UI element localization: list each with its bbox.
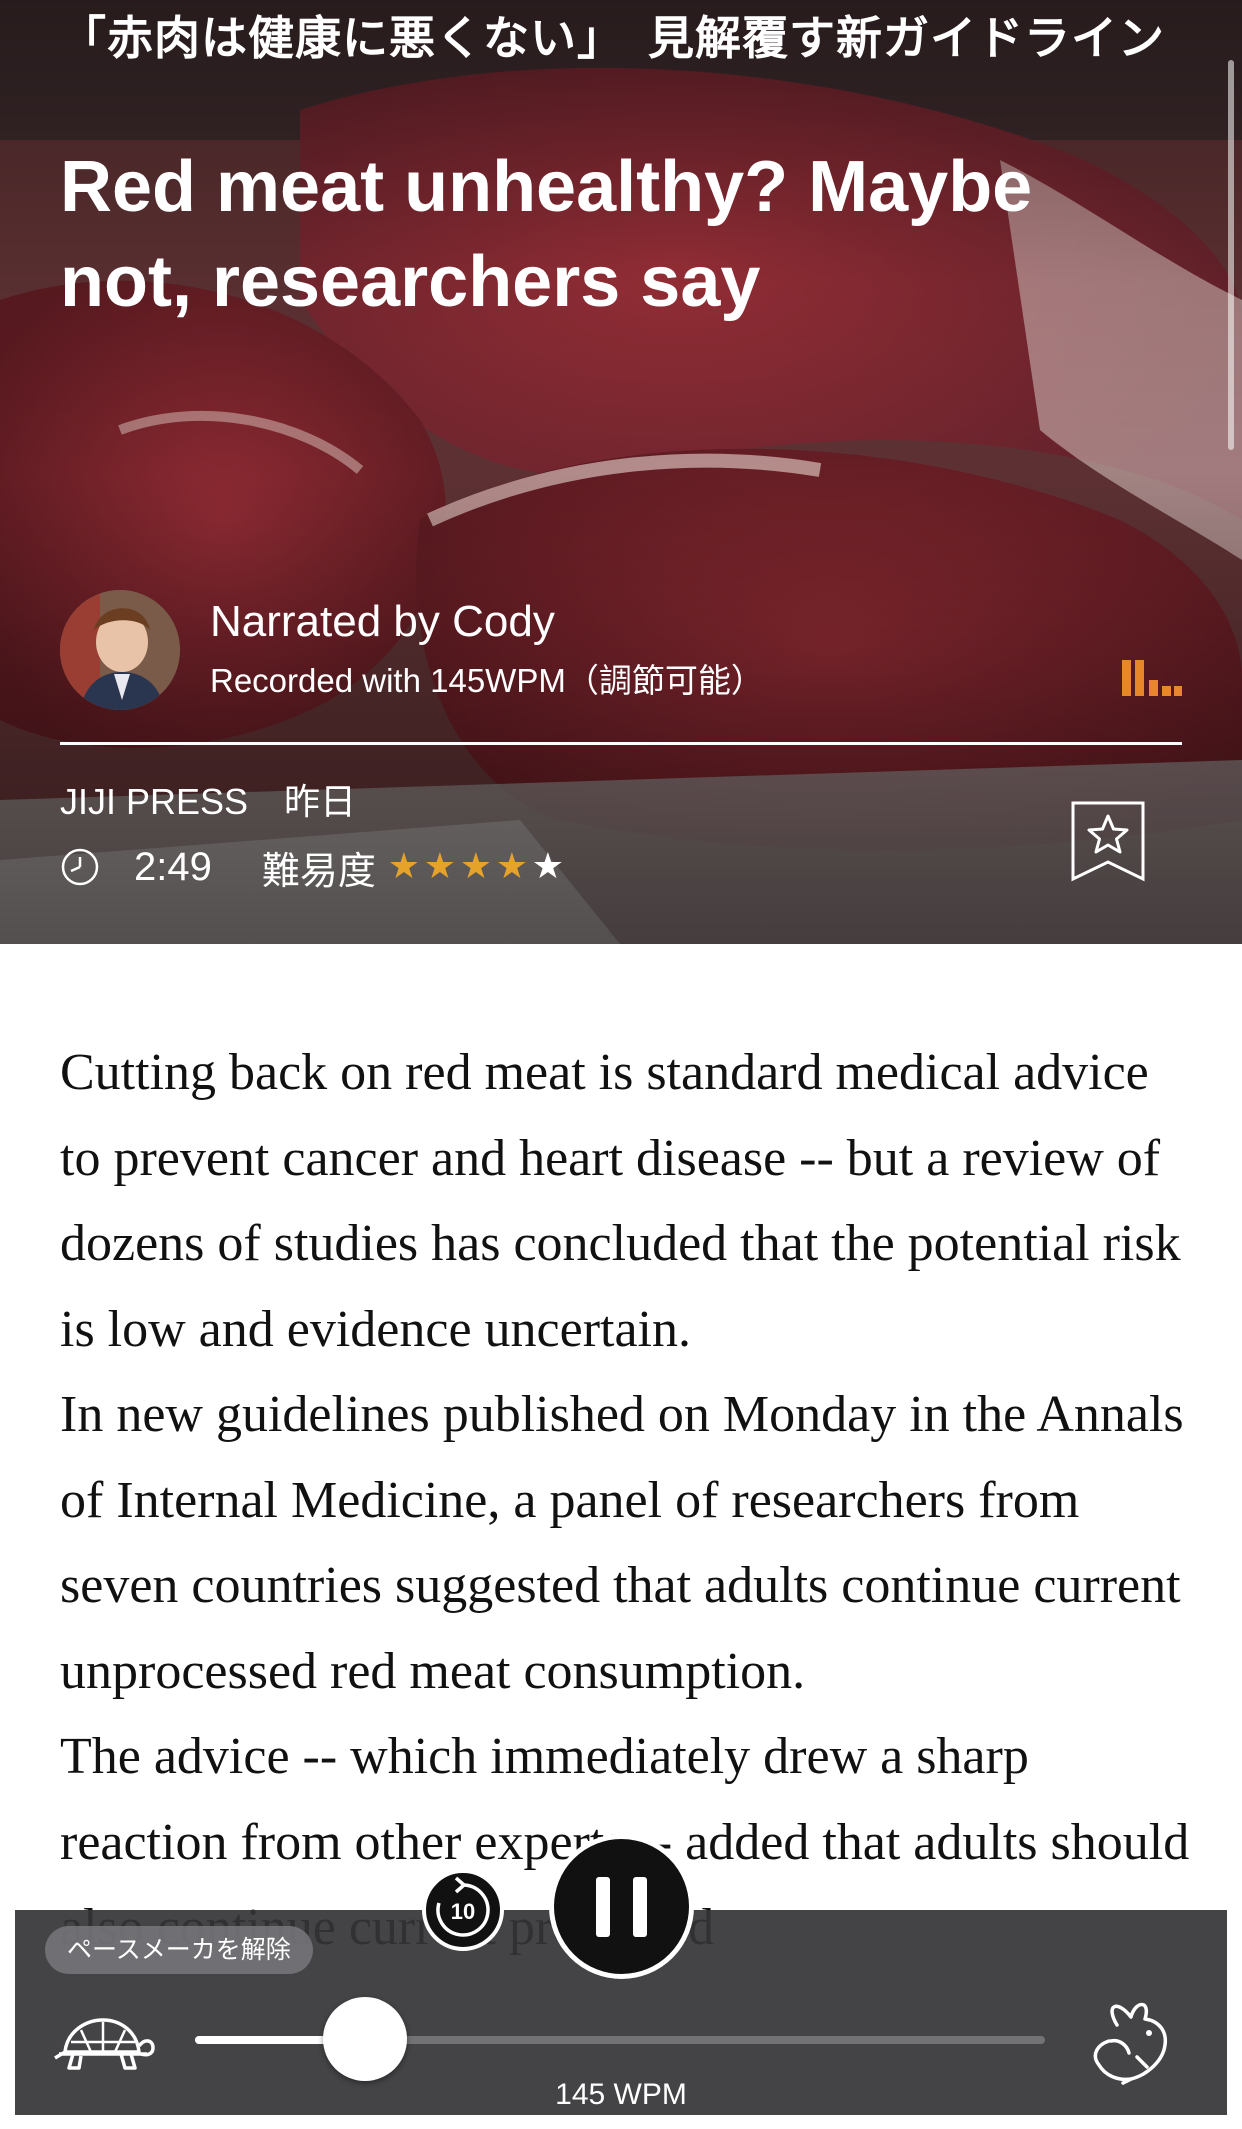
narrator-avatar[interactable]: [60, 590, 180, 710]
speed-slider-knob[interactable]: [323, 1997, 407, 2081]
recorded-with: Recorded with 145WPM（調節可能）: [210, 662, 764, 699]
difficulty-stars: ★ ★ ★ ★ ★: [386, 847, 566, 887]
difficulty-star-icon: ★: [387, 846, 421, 887]
difficulty-star-icon: ★: [531, 846, 565, 887]
difficulty-star-icon: ★: [459, 846, 493, 887]
wpm-label: 145 WPM: [555, 2078, 687, 2111]
narrator-section: Narrated by Cody Recorded with 145WPM（調節…: [60, 590, 1182, 745]
pause-button[interactable]: [549, 1834, 694, 1979]
article-source: JIJI PRESS 昨日: [60, 781, 357, 822]
article-title-japanese: 「赤肉は健康に悪くない」 見解覆す新ガイドライン: [60, 11, 1165, 65]
article-paragraph: Cutting back on red meat is standard med…: [60, 1044, 1181, 1358]
scroll-indicator[interactable]: [1228, 60, 1234, 450]
bars-icon[interactable]: [1122, 658, 1182, 698]
audio-duration: 2:49: [134, 844, 212, 889]
pause-icon: [633, 1877, 647, 1937]
pause-icon: [596, 1877, 610, 1937]
article-title-english: Red meat unhealthy? Maybe not, researche…: [60, 147, 1033, 322]
replay-10-button[interactable]: 10: [422, 1869, 504, 1951]
speed-slider-track[interactable]: [195, 1997, 1045, 2081]
clock-icon: [61, 848, 99, 886]
replay-10-icon: 10: [436, 1876, 490, 1937]
star-bookmark-icon[interactable]: [1070, 800, 1146, 882]
difficulty-label: 難易度: [261, 848, 376, 893]
pacemaker-release-button[interactable]: ペースメーカを解除: [45, 1926, 313, 1974]
narrated-by: Narrated by Cody: [210, 597, 555, 646]
difficulty-star-icon: ★: [423, 846, 457, 887]
rabbit-icon[interactable]: [1087, 1995, 1177, 2085]
article-body: Cutting back on red meat is standard med…: [60, 1030, 1190, 1971]
difficulty-star-icon: ★: [495, 846, 529, 887]
article-meta-row: 2:49 難易度 ★ ★ ★ ★ ★: [60, 842, 566, 893]
turtle-icon[interactable]: [51, 2010, 155, 2076]
article-paragraph: In new guidelines published on Monday in…: [60, 1386, 1184, 1700]
replay-seconds-label: 10: [451, 1899, 475, 1924]
